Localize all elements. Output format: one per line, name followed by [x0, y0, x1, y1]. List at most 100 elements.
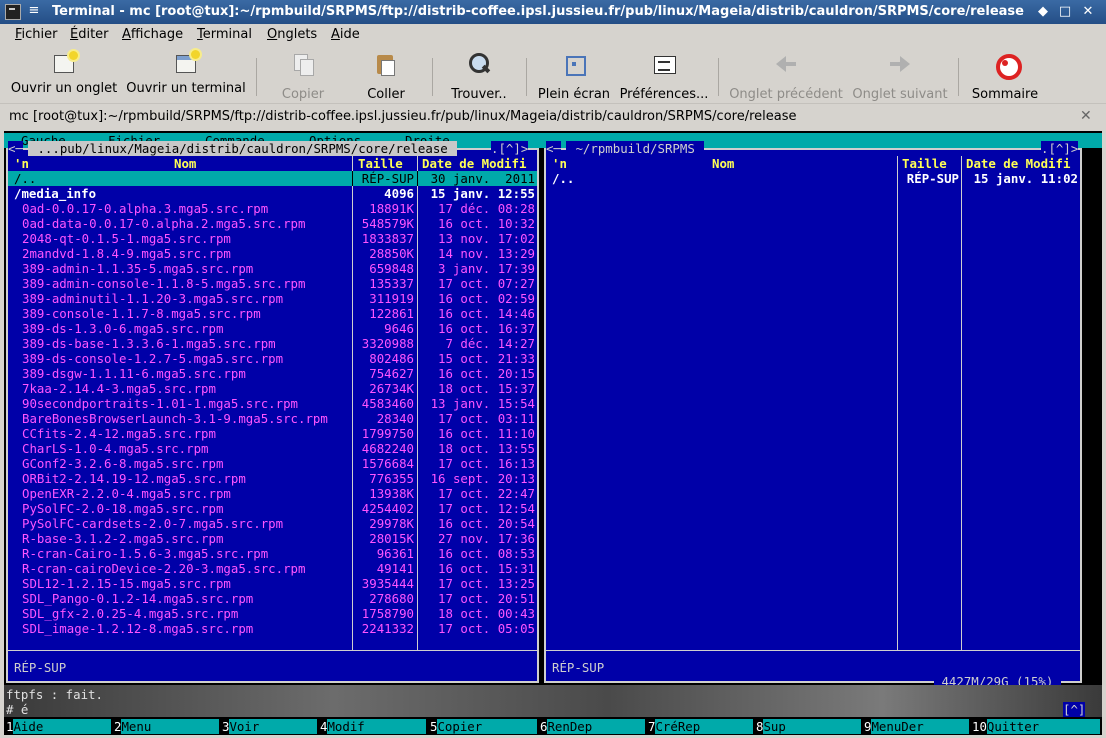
fullscreen-button[interactable]: Plein écran [534, 52, 614, 102]
right-panel[interactable]: <─ ~/rpmbuild/SRPMS .[^]> 'n Nom Taille … [544, 141, 1082, 689]
previous-tab-button[interactable]: Onglet précédent [728, 52, 844, 102]
maximize-icon[interactable]: □ [1056, 3, 1074, 21]
file-row[interactable]: SDL_gfx-2.0.25-4.mga5.src.rpm 1758790 18 o… [8, 606, 537, 621]
file-row[interactable]: 90secondportraits-1.01-1.mga5.src.rpm 458… [8, 396, 537, 411]
file-row[interactable]: 389-ds-base-1.3.3.6-1.mga5.src.rpm 332098… [8, 336, 537, 351]
file-date: 17 oct. 22:47 [438, 486, 535, 501]
left-panel-path[interactable]: ...pub/linux/Mageia/distrib/cauldron/SRP… [28, 141, 458, 156]
file-row[interactable]: 389-ds-console-1.2.7-5.mga5.src.rpm 80248… [8, 351, 537, 366]
file-row[interactable]: CharLS-1.0-4.mga5.src.rpm 4682240 18 oct. … [8, 441, 537, 456]
file-row[interactable]: R-cran-cairoDevice-2.20-3.mga5.src.rpm 49… [8, 561, 537, 576]
right-panel-path[interactable]: ~/rpmbuild/SRPMS [566, 141, 705, 156]
file-row[interactable]: 389-admin-console-1.1.8-5.mga5.src.rpm 13… [8, 276, 537, 291]
file-row[interactable]: 0ad-0.0.17-0.alpha.3.mga5.src.rpm 18891K 1… [8, 201, 537, 216]
fkey-menu[interactable]: 2Menu [114, 719, 219, 734]
right-panel-hotlist[interactable]: .[^]> [1041, 141, 1079, 156]
right-panel-corner-left[interactable]: <─ [546, 141, 561, 156]
file-row[interactable]: OpenEXR-2.2.0-4.mga5.src.rpm 13938K 17 oct… [8, 486, 537, 501]
file-row[interactable]: SDL_Pango-0.1.2-14.mga5.src.rpm 278680 17 … [8, 591, 537, 606]
file-row[interactable]: PySolFC-cardsets-2.0-7.mga5.src.rpm 29978… [8, 516, 537, 531]
file-row[interactable]: R-base-3.1.2-2.mga5.src.rpm 28015K 27 nov.… [8, 531, 537, 546]
file-row[interactable]: BareBonesBrowserLaunch-3.1-9.mga5.src.rp… [8, 411, 537, 426]
file-row[interactable]: GConf2-3.2.6-8.mga5.src.rpm 1576684 17 oct… [8, 456, 537, 471]
preferences-icon [652, 52, 676, 76]
file-size: 4682240 [361, 441, 414, 456]
file-size: 278680 [369, 591, 414, 606]
next-tab-button[interactable]: Onglet suivant [850, 52, 950, 102]
file-row[interactable]: /media_info 4096 15 janv. 12:55 [8, 186, 537, 201]
menu-terminal-label: erminal [202, 27, 252, 42]
fkey-aide[interactable]: 1Aide [6, 719, 111, 734]
menu-affichage[interactable]: Affichage [122, 27, 183, 42]
fkey-crérep[interactable]: 7CréRep [648, 719, 753, 734]
hint-marker[interactable]: [^] [1063, 702, 1086, 717]
fkey-copier[interactable]: 5Copier [430, 719, 537, 734]
preferences-button[interactable]: Préférences... [618, 52, 710, 102]
new-tab-button[interactable]: Ouvrir un onglet [10, 51, 118, 100]
left-col-size[interactable]: Taille [358, 156, 403, 171]
minimize-icon[interactable]: ◆ [1034, 3, 1052, 21]
file-size: RÉP-SUP [906, 171, 959, 186]
toolbar-separator [958, 58, 959, 96]
left-panel-corner-left[interactable]: <─ [8, 141, 23, 156]
file-row[interactable]: 389-admin-1.1.35-5.mga5.src.rpm 659848 3 j… [8, 261, 537, 276]
fkey-menuder[interactable]: 9MenuDer [864, 719, 969, 734]
find-button[interactable]: Trouver.. [446, 52, 512, 102]
file-row[interactable]: R-cran-Cairo-1.5.6-3.mga5.src.rpm 96361 16… [8, 546, 537, 561]
file-row[interactable]: 0ad-data-0.0.17-0.alpha.2.mga5.src.rpm 54… [8, 216, 537, 231]
left-col-sort[interactable]: 'n [14, 156, 29, 171]
file-date: 17 oct. 20:51 [438, 591, 535, 606]
file-name: PySolFC-cardsets-2.0-7.mga5.src.rpm [22, 516, 284, 531]
right-col-sort[interactable]: 'n [552, 156, 567, 171]
file-row[interactable]: 2048-qt-0.1.5-1.mga5.src.rpm 1833837 13 no… [8, 231, 537, 246]
menu-fichier[interactable]: Fichier [15, 27, 58, 42]
copy-button[interactable]: Copier [272, 52, 334, 102]
menu-onglets-label: nglets [277, 27, 318, 42]
left-col-date[interactable]: Date de Modifi [422, 156, 526, 171]
file-row[interactable]: 389-adminutil-1.1.20-3.mga5.src.rpm 31191… [8, 291, 537, 306]
window-titlebar[interactable]: ≡ Terminal - mc [root@tux]:~/rpmbuild/SR… [0, 0, 1106, 24]
right-col-date[interactable]: Date de Modifi [966, 156, 1070, 171]
fkey-voir[interactable]: 3Voir [222, 719, 317, 734]
help-contents-button[interactable]: Sommaire [968, 52, 1042, 102]
file-row[interactable]: /.. RÉP-SUP 30 janv. 2011 [8, 171, 537, 186]
terminal-screen[interactable]: Gauche Fichier Commande Options Droite <… [4, 131, 1102, 735]
left-panel[interactable]: <─ ...pub/linux/Mageia/distrib/cauldron/… [6, 141, 539, 683]
menu-terminal[interactable]: Terminal [197, 27, 252, 42]
file-row[interactable]: 7kaa-2.14.4-3.mga5.src.rpm 26734K 18 oct. … [8, 381, 537, 396]
file-row[interactable]: SDL12-1.2.15-15.mga5.src.rpm 3935444 17 oc… [8, 576, 537, 591]
fkey-sup[interactable]: 8Sup [756, 719, 861, 734]
close-window-icon[interactable]: ✕ [1079, 3, 1097, 21]
next-tab-label: Onglet suivant [852, 87, 948, 102]
menu-editer[interactable]: Éditer [70, 27, 109, 42]
fkey-rendep[interactable]: 6RenDep [540, 719, 645, 734]
file-name: SDL12-1.2.15-15.mga5.src.rpm [22, 576, 231, 591]
file-size: 776355 [369, 471, 414, 486]
left-panel-hotlist[interactable]: .[^]> [491, 141, 529, 156]
file-row[interactable]: ORBit2-2.14.19-12.mga5.src.rpm 776355 16 s… [8, 471, 537, 486]
file-size: 1833837 [361, 231, 414, 246]
left-col-name[interactable]: Nom [174, 156, 196, 171]
file-row[interactable]: 389-dsgw-1.1.11-6.mga5.src.rpm 754627 16 o… [8, 366, 537, 381]
file-row[interactable]: 389-ds-1.3.0-6.mga5.src.rpm 9646 16 oct. 1… [8, 321, 537, 336]
fkey-modif[interactable]: 4Modif [320, 719, 426, 734]
terminal-tab[interactable]: mc [root@tux]:~/rpmbuild/SRPMS/ftp://dis… [0, 105, 1106, 129]
fkey-quitter[interactable]: 10Quitter [972, 719, 1100, 734]
right-col-size[interactable]: Taille [902, 156, 947, 171]
file-row[interactable]: CCfits-2.4-12.mga5.src.rpm 1799750 16 oct.… [8, 426, 537, 441]
file-row[interactable]: SDL_image-1.2.12-8.mga5.src.rpm 2241332 17… [8, 621, 537, 636]
file-row[interactable]: PySolFC-2.0-18.mga5.src.rpm 4254402 17 oct… [8, 501, 537, 516]
file-row[interactable]: 389-console-1.1.7-8.mga5.src.rpm 122861 16… [8, 306, 537, 321]
command-prompt[interactable]: # é [6, 702, 28, 717]
window-menu-icon[interactable]: ≡ [27, 3, 41, 18]
file-row[interactable]: /.. RÉP-SUP 15 janv. 11:02 [546, 171, 1080, 186]
new-window-button[interactable]: Ouvrir un terminal [124, 50, 248, 100]
close-tab-icon[interactable]: ✕ [1080, 108, 1092, 124]
file-size: 122861 [369, 306, 414, 321]
paste-button[interactable]: Coller [355, 52, 417, 102]
right-col-name[interactable]: Nom [712, 156, 734, 171]
terminal-app-icon[interactable] [5, 4, 21, 20]
file-row[interactable]: 2mandvd-1.8.4-9.mga5.src.rpm 28850K 14 nov… [8, 246, 537, 261]
menu-aide[interactable]: Aide [331, 27, 360, 42]
menu-onglets[interactable]: Onglets [267, 27, 317, 42]
